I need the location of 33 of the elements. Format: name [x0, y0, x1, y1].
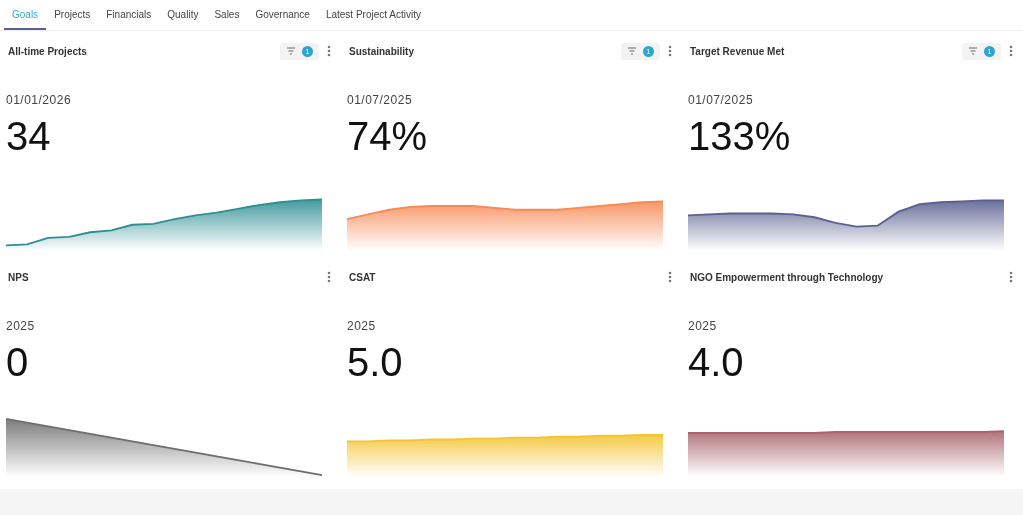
tab[interactable]: Latest Project Activity — [317, 0, 429, 30]
more-options-icon[interactable] — [1009, 271, 1013, 283]
filter-icon — [968, 47, 978, 55]
date-label: 01/01/2026 — [6, 93, 73, 107]
tab[interactable]: Sales — [206, 0, 248, 30]
card-title: Sustainability — [349, 45, 415, 57]
metric-value: 5.0 — [347, 339, 404, 385]
card-title: NGO Empowerment through Technology — [690, 271, 885, 283]
metric-value: 74% — [347, 113, 429, 159]
date-label: 2025 — [6, 319, 36, 333]
more-options-icon[interactable] — [327, 45, 331, 57]
metric-value: 133% — [688, 113, 792, 159]
more-options-icon[interactable] — [327, 271, 331, 283]
filter-icon — [627, 47, 637, 55]
filter-icon — [286, 47, 296, 55]
card-title: Target Revenue Met — [690, 45, 786, 57]
card-title: CSAT — [349, 271, 377, 283]
more-options-icon[interactable] — [668, 45, 672, 57]
date-label: 2025 — [347, 319, 377, 333]
tab[interactable]: Governance — [247, 0, 318, 30]
tab[interactable]: Financials — [98, 0, 160, 30]
tab[interactable]: Quality — [159, 0, 207, 30]
date-label: 2025 — [688, 319, 718, 333]
date-label: 01/07/2025 — [347, 93, 414, 107]
metric-value: 34 — [6, 113, 52, 159]
date-label: 01/07/2025 — [688, 93, 755, 107]
card-title: All-time Projects — [8, 45, 88, 57]
metric-value: 0 — [6, 339, 30, 385]
more-options-icon[interactable] — [1009, 45, 1013, 57]
tab[interactable]: Projects — [46, 0, 99, 30]
metric-value: 4.0 — [688, 339, 745, 385]
card-title: NPS — [8, 271, 30, 283]
more-options-icon[interactable] — [668, 271, 672, 283]
